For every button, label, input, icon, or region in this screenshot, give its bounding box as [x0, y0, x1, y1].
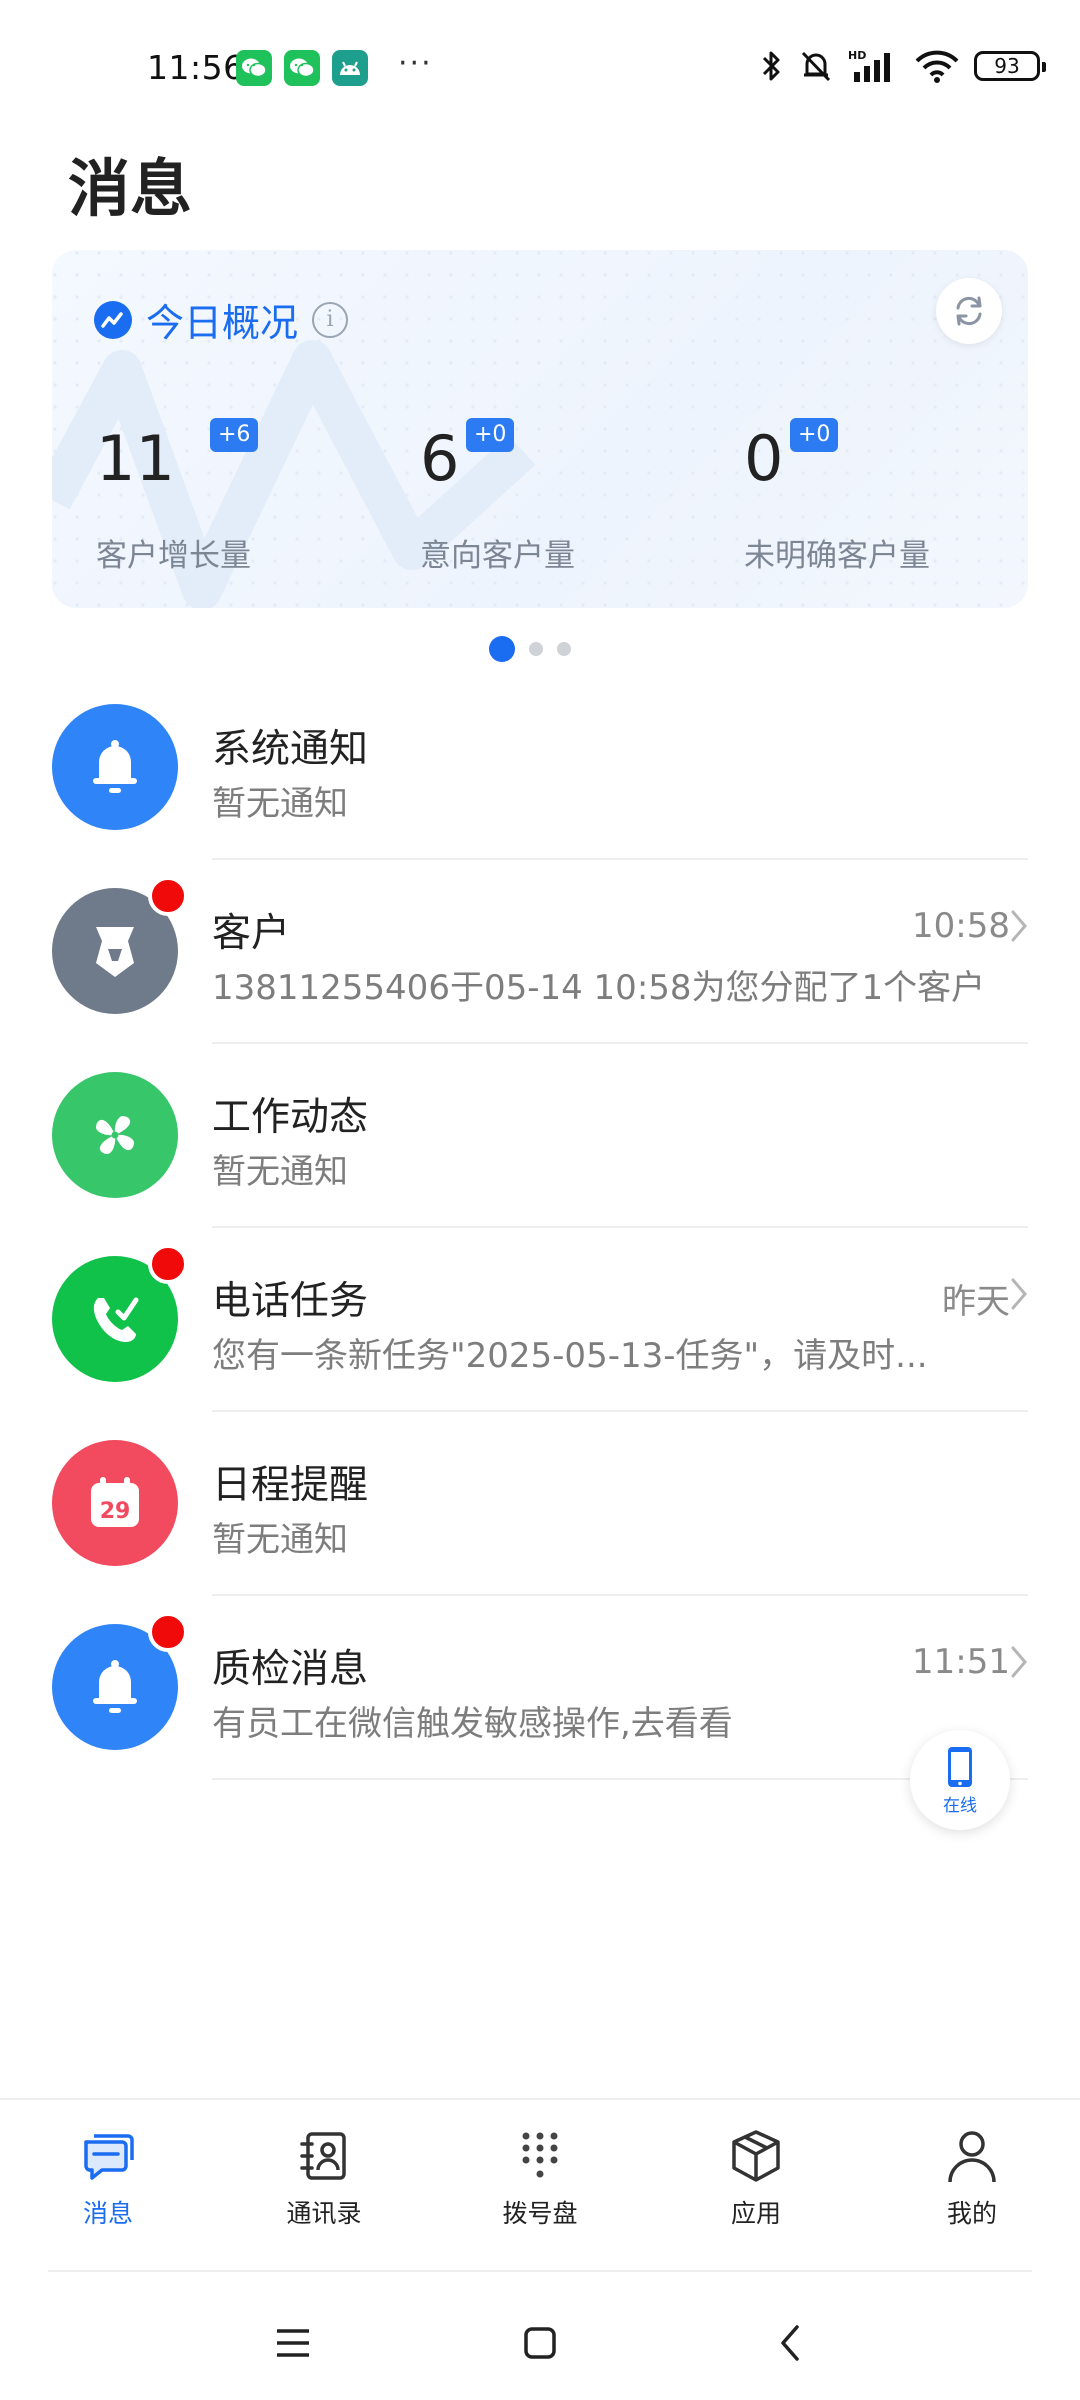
stat-value: 11: [96, 422, 175, 495]
wechat-icon: [236, 50, 272, 86]
notification-icons: [236, 50, 368, 86]
more-notifications-icon: ···: [398, 46, 433, 81]
stat-value: 6: [420, 422, 460, 495]
message-title: 日程提醒: [212, 1463, 369, 1508]
unread-dot: [148, 1244, 188, 1284]
tab-dialpad[interactable]: 拨号盘: [432, 2100, 648, 2270]
chevron-right-icon: [1011, 910, 1027, 942]
message-title: 电话任务: [212, 1279, 369, 1324]
mobile-phone-icon: [948, 1746, 972, 1787]
divider: [48, 2270, 1032, 2272]
message-subtitle: 暂无通知: [212, 1520, 348, 1560]
status-right: HD 93: [760, 48, 1046, 84]
message-screen: 11:56 ··· HD 93 消息 今日概况 i 11 +6 客户增长量 6 …: [0, 0, 1080, 2400]
message-time: 10:58: [912, 906, 1010, 946]
profile-icon: [948, 2131, 996, 2183]
system-navigation-bar: [0, 2290, 1080, 2400]
battery-indicator: 93: [974, 51, 1046, 81]
carousel-pager: [489, 636, 571, 662]
stat-delta-badge: +0: [790, 418, 839, 452]
stat-customer-growth[interactable]: 11 +6: [96, 418, 259, 495]
refresh-button[interactable]: [936, 278, 1002, 344]
menu-button[interactable]: [258, 2308, 328, 2378]
online-status-button[interactable]: 在线: [910, 1730, 1010, 1830]
tab-messages[interactable]: 消息: [0, 2100, 216, 2270]
back-chevron-icon: [781, 2325, 799, 2361]
today-overview-card[interactable]: 今日概况 i 11 +6 客户增长量 6 +0 意向客户量 0 +0 未明确客户…: [52, 250, 1028, 608]
message-subtitle: 暂无通知: [212, 1152, 348, 1192]
message-subtitle: 13811255406于05-14 10:58为您分配了1个客户: [212, 968, 986, 1008]
refresh-icon: [956, 296, 982, 326]
message-title: 工作动态: [212, 1095, 369, 1140]
bluetooth-icon: [762, 51, 780, 81]
trend-logo-icon: [94, 300, 132, 339]
pager-dot[interactable]: [529, 642, 543, 656]
stat-delta-badge: +6: [210, 418, 259, 452]
message-item-work-updates[interactable]: 工作动态 暂无通知: [0, 1044, 1080, 1228]
divider: [212, 1778, 1028, 1780]
tab-label: 消息: [82, 2199, 133, 2228]
message-title: 系统通知: [212, 727, 369, 772]
message-subtitle: 您有一条新任务"2025-05-13-任务"，请及时...: [212, 1336, 928, 1376]
back-button[interactable]: [755, 2308, 825, 2378]
tab-apps[interactable]: 应用: [648, 2100, 864, 2270]
stat-label: 意向客户量: [420, 538, 575, 574]
status-time: 11:56: [147, 48, 245, 87]
message-subtitle: 有员工在微信触发敏感操作,去看看: [212, 1704, 733, 1744]
message-title: 客户: [212, 911, 291, 956]
message-icon: [84, 2134, 134, 2180]
message-subtitle: 暂无通知: [212, 784, 348, 824]
apps-cube-icon: [732, 2130, 780, 2182]
calendar-day: 29: [100, 1499, 131, 1524]
message-item-system-notice[interactable]: 系统通知 暂无通知: [0, 676, 1080, 860]
info-icon[interactable]: i: [312, 301, 349, 338]
battery-level: 93: [994, 54, 1020, 78]
overview-title: 今日概况: [146, 301, 299, 345]
page-title: 消息: [68, 152, 193, 225]
menu-icon: [277, 2329, 309, 2357]
stat-label: 客户增长量: [96, 538, 251, 574]
status-bar: 11:56 ··· HD 93: [0, 0, 1080, 140]
wifi-icon: [915, 50, 959, 83]
overview-header: 今日概况 i: [94, 292, 349, 347]
stat-value: 0: [744, 422, 784, 495]
tab-contacts[interactable]: 通讯录: [216, 2100, 432, 2270]
bottom-tab-bar: 消息 通讯录 拨号盘 应用 我的: [0, 2098, 1080, 2270]
stat-delta-badge: +0: [466, 418, 515, 452]
message-time: 11:51: [912, 1642, 1010, 1682]
tab-label: 我的: [946, 2199, 997, 2228]
mute-bell-icon: [801, 51, 831, 82]
wechat-icon: [284, 50, 320, 86]
home-button[interactable]: [505, 2308, 575, 2378]
stat-label: 未明确客户量: [744, 538, 930, 574]
tab-label: 拨号盘: [502, 2199, 578, 2228]
unread-dot: [148, 1612, 188, 1652]
pinwheel-icon: [52, 1072, 178, 1198]
unread-dot: [148, 876, 188, 916]
pager-dot[interactable]: [489, 636, 515, 662]
message-time: 昨天: [942, 1282, 1010, 1322]
tab-profile[interactable]: 我的: [864, 2100, 1080, 2270]
contacts-icon: [300, 2132, 346, 2180]
bell-icon: [52, 704, 178, 830]
dialpad-icon: [522, 2132, 558, 2178]
tab-label: 通讯录: [286, 2199, 362, 2228]
tab-label: 应用: [730, 2199, 781, 2228]
chevron-right-icon: [1011, 1278, 1027, 1310]
android-icon: [332, 50, 368, 86]
calendar-icon: 29: [52, 1440, 178, 1566]
message-item-schedule[interactable]: 29 日程提醒 暂无通知: [0, 1412, 1080, 1596]
message-title: 质检消息: [212, 1647, 369, 1692]
stat-undetermined-customers[interactable]: 0 +0: [744, 418, 839, 495]
chevron-right-icon: [1011, 1646, 1027, 1678]
online-label: 在线: [943, 1795, 977, 1816]
home-square-icon: [524, 2327, 556, 2359]
stat-intent-customers[interactable]: 6 +0: [420, 418, 515, 495]
signal-icon: HD: [848, 49, 890, 82]
network-label: HD: [848, 49, 866, 62]
pager-dot[interactable]: [557, 642, 571, 656]
